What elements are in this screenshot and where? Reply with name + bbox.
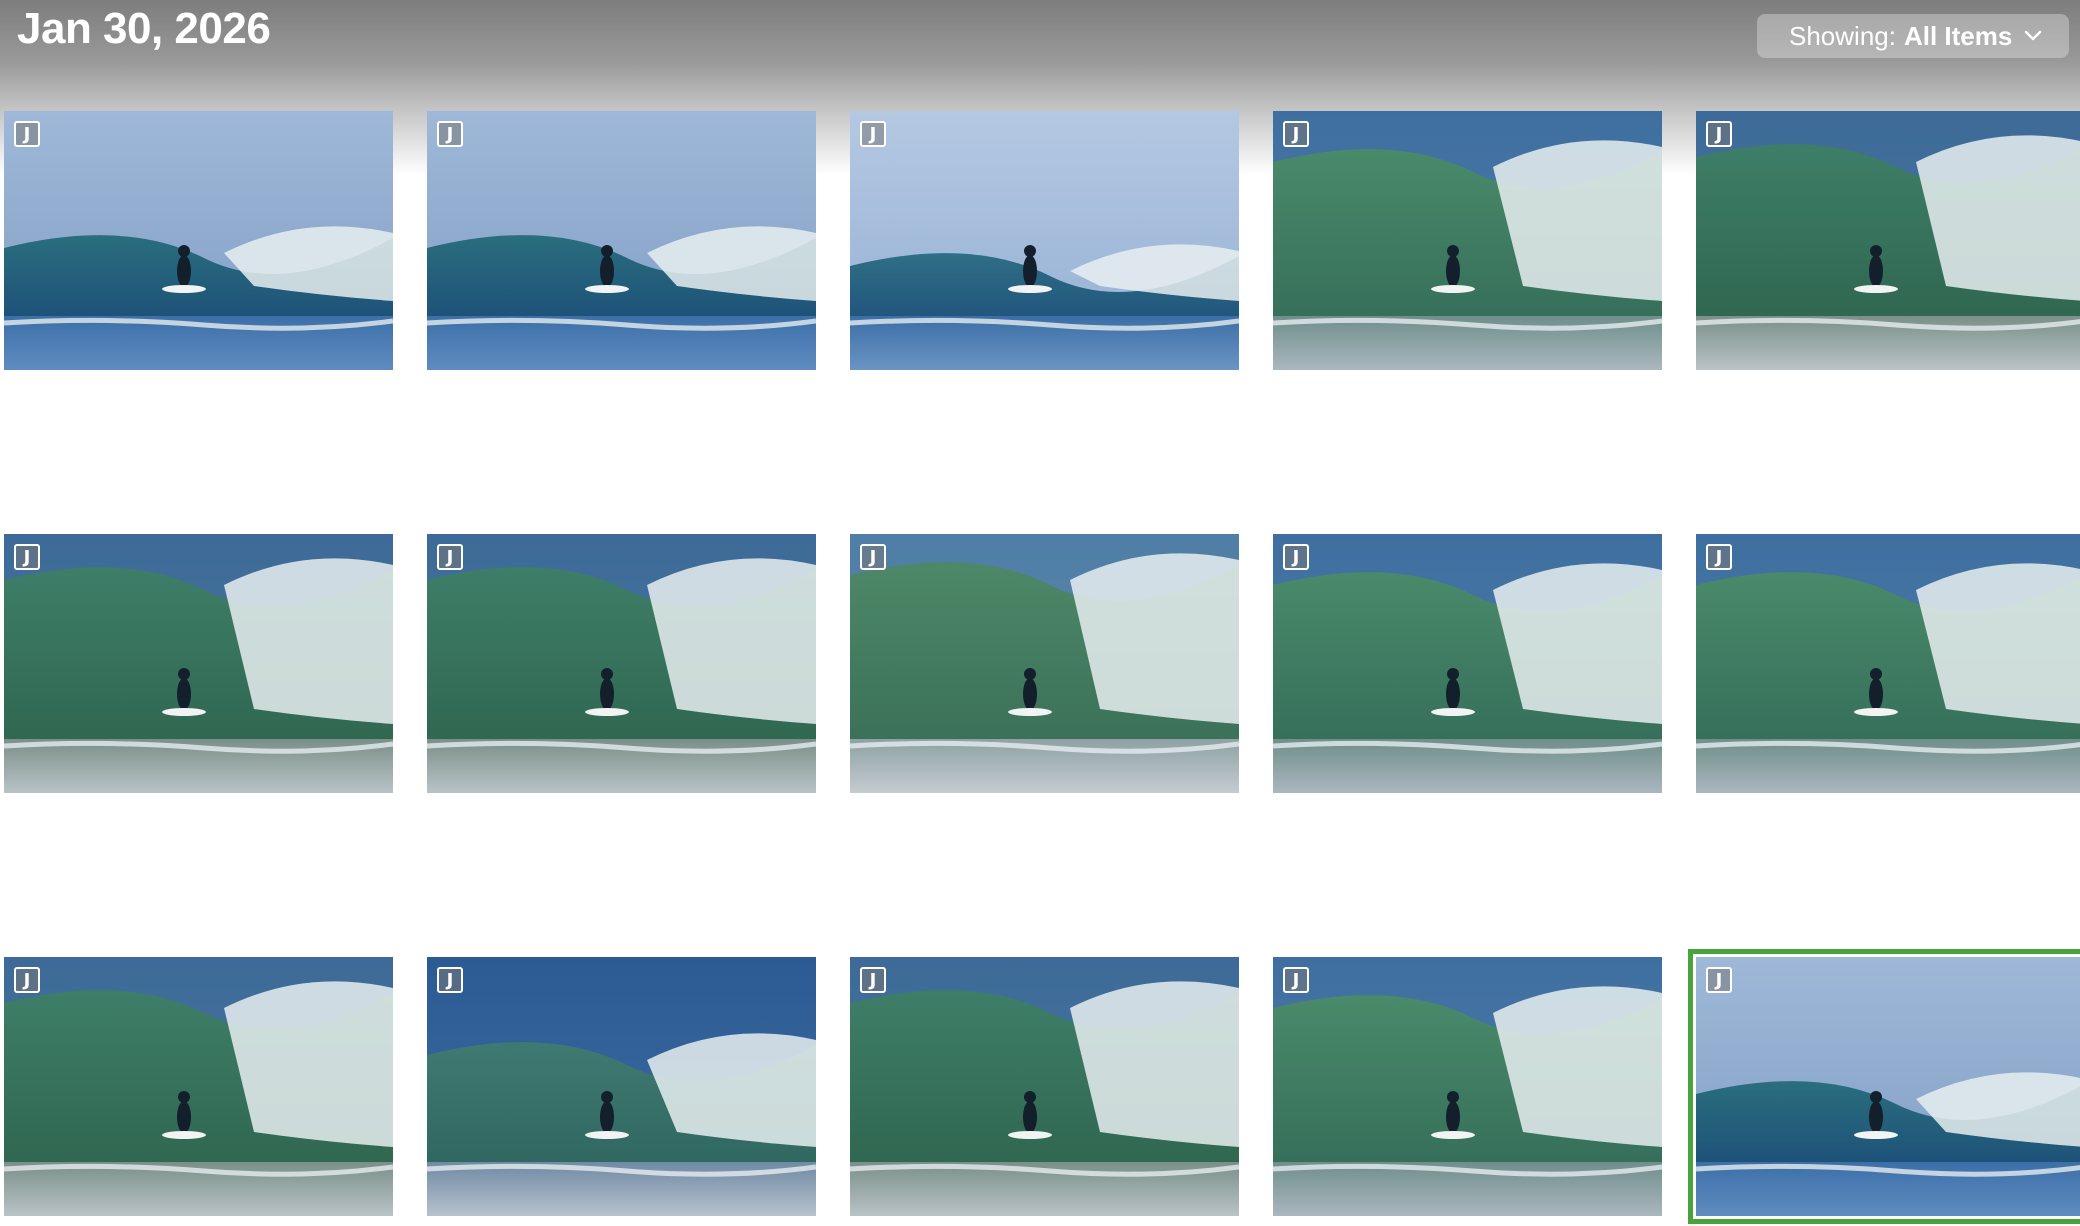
photo-thumbnail[interactable]: J (1273, 534, 1662, 793)
surf-photo-image (850, 111, 1239, 370)
photo-thumbnail[interactable]: J (427, 534, 816, 793)
surf-photo-image (1273, 534, 1662, 793)
jpeg-badge-icon: J (1706, 121, 1732, 147)
surf-photo-image (1273, 111, 1662, 370)
jpeg-badge-icon: J (1283, 544, 1309, 570)
photo-thumbnail[interactable]: J (1696, 534, 2080, 793)
surf-photo-image (1696, 111, 2080, 370)
jpeg-badge-icon: J (437, 121, 463, 147)
surf-photo-image (1696, 957, 2080, 1216)
photo-thumbnail[interactable]: J (427, 957, 816, 1216)
jpeg-badge-icon: J (437, 544, 463, 570)
jpeg-badge-icon: J (1283, 121, 1309, 147)
surf-photo-image (4, 111, 393, 370)
filter-value: All Items (1903, 20, 2013, 51)
photo-thumbnail[interactable]: J (427, 111, 816, 370)
photo-thumbnail[interactable]: J (1273, 111, 1662, 370)
surf-photo-image (427, 534, 816, 793)
jpeg-badge-icon: J (437, 967, 463, 993)
jpeg-badge-icon: J (14, 967, 40, 993)
surf-photo-image (850, 534, 1239, 793)
filter-prefix: Showing: (1789, 20, 1896, 51)
photo-thumbnail[interactable]: J (4, 534, 393, 793)
jpeg-badge-icon: J (860, 121, 886, 147)
photo-thumbnail[interactable]: J (1273, 957, 1662, 1216)
surf-photo-image (4, 534, 393, 793)
chevron-down-icon (2025, 30, 2042, 41)
showing-filter-dropdown[interactable]: Showing: All Items (1757, 14, 2069, 58)
surf-photo-image (1273, 957, 1662, 1216)
photo-thumbnail[interactable]: J (850, 111, 1239, 370)
photo-thumbnail[interactable]: J (1696, 111, 2080, 370)
photo-thumbnail[interactable]: J (4, 957, 393, 1216)
surf-photo-image (427, 111, 816, 370)
jpeg-badge-icon: J (860, 967, 886, 993)
date-title: Jan 30, 2026 (17, 4, 271, 53)
surf-photo-image (4, 957, 393, 1216)
photo-thumbnail[interactable]: J (1688, 949, 2080, 1224)
jpeg-badge-icon: J (14, 121, 40, 147)
jpeg-badge-icon: J (1706, 544, 1732, 570)
photo-thumbnail[interactable]: J (4, 111, 393, 370)
photo-thumbnail[interactable]: J (850, 534, 1239, 793)
photo-thumbnail[interactable]: J (850, 957, 1239, 1216)
surf-photo-image (427, 957, 816, 1216)
surf-photo-image (1696, 534, 2080, 793)
jpeg-badge-icon: J (14, 544, 40, 570)
surf-photo-image (850, 957, 1239, 1216)
jpeg-badge-icon: J (1283, 967, 1309, 993)
jpeg-badge-icon: J (1706, 967, 1732, 993)
jpeg-badge-icon: J (860, 544, 886, 570)
